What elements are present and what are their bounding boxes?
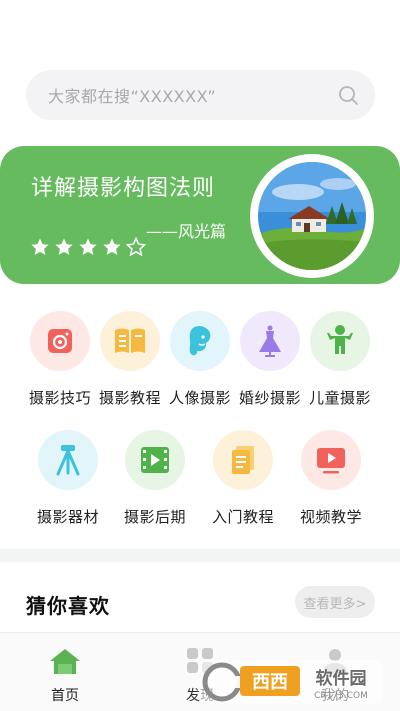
tripod-icon bbox=[56, 445, 80, 476]
book-icon bbox=[115, 328, 145, 353]
category-icon-bg bbox=[30, 311, 90, 371]
nav-item-home[interactable]: 首页 bbox=[20, 647, 110, 705]
category-equipment[interactable]: 摄影器材 bbox=[28, 430, 108, 527]
category-portrait[interactable]: 人像摄影 bbox=[160, 311, 240, 408]
featured-banner[interactable]: 详解摄影构图法则 ——风光篇 bbox=[0, 146, 400, 284]
dress-icon bbox=[259, 325, 281, 357]
category-icon-bg bbox=[240, 311, 300, 371]
banner-subtitle: ——风光篇 bbox=[146, 222, 227, 241]
category-video[interactable]: 视频教学 bbox=[291, 430, 371, 527]
category-label: 儿童摄影 bbox=[308, 389, 371, 407]
recommend-title: 猜你喜欢 bbox=[26, 594, 110, 618]
child-icon bbox=[327, 325, 353, 354]
star-icon bbox=[79, 238, 97, 255]
category-icon-bg bbox=[125, 430, 185, 490]
watermark-logo: 西西 软件园 CR173.COM bbox=[200, 660, 382, 704]
category-icon-bg bbox=[100, 311, 160, 371]
category-label: 摄影教程 bbox=[98, 389, 161, 407]
category-children[interactable]: 儿童摄影 bbox=[300, 311, 380, 408]
category-post-processing[interactable]: 摄影后期 bbox=[115, 430, 195, 527]
home-icon bbox=[50, 649, 80, 674]
category-icon-bg bbox=[301, 430, 361, 490]
category-label: 摄影技巧 bbox=[28, 389, 91, 407]
document-icon bbox=[232, 446, 254, 474]
banner-photo bbox=[250, 154, 374, 278]
star-outline-icon bbox=[126, 237, 146, 257]
video-icon bbox=[317, 448, 345, 474]
category-label: 摄影后期 bbox=[123, 508, 186, 526]
search-icon[interactable] bbox=[337, 84, 359, 106]
category-label: 摄影器材 bbox=[36, 508, 99, 526]
svg-text:西西: 西西 bbox=[252, 672, 288, 693]
category-icon-bg bbox=[170, 311, 230, 371]
category-label: 入门教程 bbox=[211, 508, 274, 526]
search-placeholder: 大家都在搜“XXXXXX” bbox=[48, 87, 217, 106]
star-icon bbox=[103, 238, 121, 255]
landscape-image bbox=[258, 162, 366, 270]
film-icon bbox=[141, 447, 169, 473]
category-label: 婚纱摄影 bbox=[238, 389, 301, 407]
search-bar[interactable]: 大家都在搜“XXXXXX” bbox=[26, 70, 375, 120]
banner-title: 详解摄影构图法则 bbox=[31, 176, 216, 201]
camera-icon bbox=[48, 329, 72, 353]
category-beginner[interactable]: 入门教程 bbox=[203, 430, 283, 527]
view-more-button[interactable]: 查看更多> bbox=[295, 586, 375, 618]
svg-text:CR173.COM: CR173.COM bbox=[314, 691, 368, 701]
category-label: 人像摄影 bbox=[168, 389, 231, 407]
category-label: 视频教学 bbox=[299, 508, 362, 526]
category-photo-tutorial[interactable]: 摄影教程 bbox=[90, 311, 170, 408]
nav-label: 首页 bbox=[51, 688, 79, 704]
category-wedding[interactable]: 婚纱摄影 bbox=[230, 311, 310, 408]
category-icon-bg bbox=[310, 311, 370, 371]
category-icon-bg bbox=[213, 430, 273, 490]
svg-text:软件园: 软件园 bbox=[316, 668, 367, 689]
section-divider bbox=[0, 549, 400, 562]
category-icon-bg bbox=[38, 430, 98, 490]
rating-stars bbox=[30, 237, 146, 257]
star-icon bbox=[31, 238, 49, 255]
star-icon bbox=[55, 238, 73, 255]
portrait-icon bbox=[189, 326, 211, 356]
category-photo-tips[interactable]: 摄影技巧 bbox=[20, 311, 100, 408]
